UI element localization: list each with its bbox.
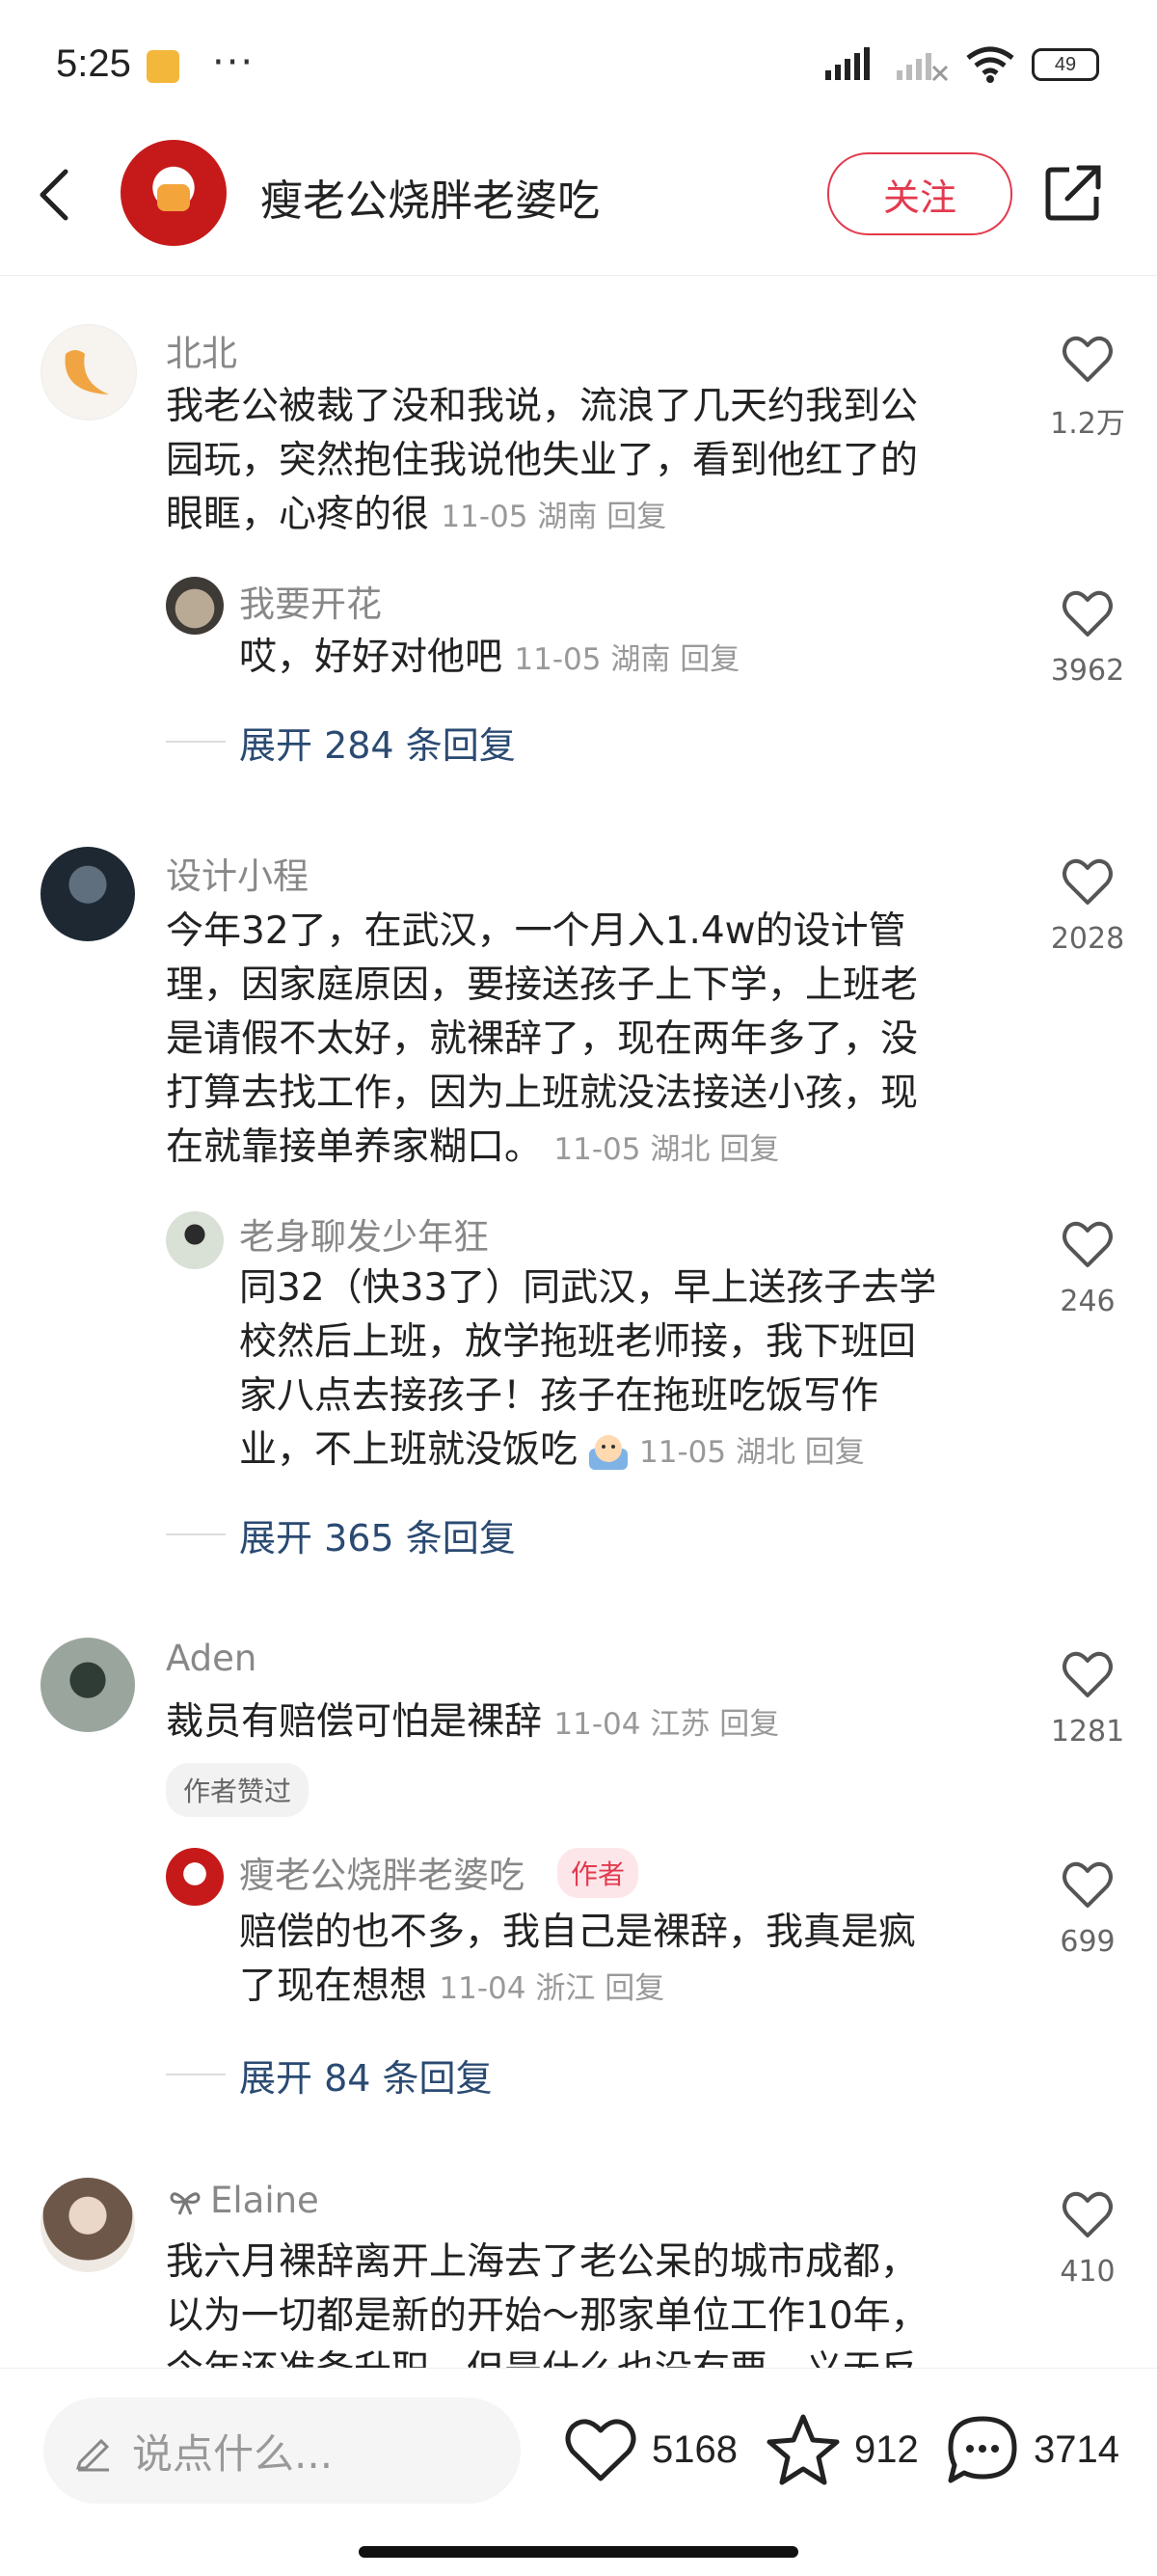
- status-icons: 49: [823, 46, 1099, 83]
- reply-avatar[interactable]: [166, 1848, 224, 1906]
- comment-line: 园玩，突然抱住我说他失业了，看到他红了的: [166, 439, 919, 482]
- comment-meta[interactable]: 11-05 湖南 回复: [441, 500, 666, 534]
- ribbon-icon: [170, 2192, 201, 2215]
- comment-line: 今年32了，在武汉，一个月入1.4w的设计管: [166, 909, 906, 953]
- comment-line: 理，因家庭原因，要接送孩子上下学，上班老: [166, 963, 919, 1007]
- like-count: 2028: [1050, 922, 1125, 956]
- signal-2-icon: [897, 53, 949, 82]
- star-count: 912: [854, 2428, 919, 2471]
- status-time: 5:25: [56, 42, 131, 85]
- like-heart-icon[interactable]: [1061, 1859, 1115, 1910]
- like-heart-icon[interactable]: [1061, 856, 1115, 907]
- comment-avatar[interactable]: [40, 2178, 135, 2272]
- reply-line: 业，不上班就没饭吃: [239, 1428, 578, 1472]
- back-arrow-icon[interactable]: [35, 166, 73, 224]
- like-count: 1.2万: [1050, 407, 1125, 441]
- like-heart-icon[interactable]: [1061, 588, 1115, 638]
- comment-input[interactable]: 说点什么...: [43, 2398, 521, 2504]
- expand-replies-link[interactable]: 展开 84 条回复: [239, 2048, 493, 2101]
- follow-button[interactable]: 关注: [827, 152, 1012, 235]
- comment-line: 我老公被裁了没和我说，流浪了几天约我到公: [166, 385, 919, 428]
- comment-text: 我老公被裁了没和我说，流浪了几天约我到公 园玩，突然抱住我说他失业了，看到他红了…: [166, 380, 1014, 544]
- comment-line: 以为一切都是新的开始～那家单位工作10年，: [166, 2294, 928, 2338]
- comment-count: 3714: [1034, 2428, 1119, 2471]
- divider: [166, 741, 226, 743]
- comment-meta[interactable]: 11-05 湖北 回复: [553, 1132, 779, 1167]
- croissant-icon: [65, 350, 109, 394]
- pencil-icon: [75, 2438, 110, 2472]
- reply-meta[interactable]: 11-05 湖北 回复: [639, 1435, 865, 1470]
- reply-line: 校然后上班，放学拖班老师接，我下班回: [239, 1320, 917, 1364]
- divider: [166, 2074, 226, 2075]
- divider: [166, 1533, 226, 1535]
- author-liked-tag: 作者赞过: [166, 1763, 309, 1817]
- author-badge: 作者: [557, 1848, 639, 1898]
- reply-line: 家八点去接孩子！孩子在拖班吃饭写作: [239, 1374, 879, 1418]
- comment-author[interactable]: Elaine: [210, 2180, 319, 2221]
- comment-avatar[interactable]: [40, 324, 137, 420]
- author-avatar[interactable]: [121, 140, 227, 246]
- comment-line: 眼眶，心疼的很: [166, 493, 430, 536]
- like-icon[interactable]: [563, 2415, 638, 2484]
- like-count: 1281: [1050, 1715, 1125, 1749]
- like-heart-icon[interactable]: [1061, 1219, 1115, 1269]
- notification-icon: [147, 50, 179, 83]
- signal-icon: [825, 47, 870, 80]
- reply-line: 同32（快33了）同武汉，早上送孩子去学: [239, 1266, 937, 1310]
- reply-avatar[interactable]: [166, 577, 224, 635]
- expand-replies-link[interactable]: 展开 365 条回复: [239, 1508, 516, 1561]
- reply-author[interactable]: 我要开花: [239, 575, 382, 627]
- reply-author[interactable]: 瘦老公烧胖老婆吃: [239, 1846, 525, 1898]
- comment-text: 裁员有赔偿可怕是裸辞 11-04 江苏 回复: [166, 1695, 779, 1751]
- reply-text: 同32（快33了）同武汉，早上送孩子去学 校然后上班，放学拖班老师接，我下班回 …: [239, 1261, 1010, 1479]
- reply-line: 赔偿的也不多，我自己是裸辞，我真是疯: [239, 1911, 917, 1954]
- reply-avatar[interactable]: [166, 1211, 224, 1269]
- reply-text: 哎，好好对他吧 11-05 湖南 回复: [239, 631, 740, 687]
- comment-avatar[interactable]: [40, 1638, 135, 1732]
- reply-text: 赔偿的也不多，我自己是裸辞，我真是疯 了现在想想 11-04 浙江 回复: [239, 1906, 1010, 2016]
- share-icon[interactable]: [1044, 164, 1104, 222]
- reply-author[interactable]: 老身聊发少年狂: [239, 1207, 489, 1260]
- comment-line: 是请假不太好，就裸辞了，现在两年多了，没: [166, 1017, 919, 1061]
- like-count: 246: [1060, 1285, 1116, 1318]
- like-heart-icon[interactable]: [1061, 1649, 1115, 1699]
- comment-bubble-icon[interactable]: [945, 2413, 1020, 2486]
- comment-input-placeholder: 说点什么...: [132, 2429, 334, 2478]
- comment-line: 在就靠接单养家糊口。: [166, 1125, 543, 1169]
- home-indicator[interactable]: [359, 2546, 798, 2558]
- reply-line: 了现在想想: [239, 1965, 428, 2008]
- more-notifications-icon: ···: [212, 41, 256, 85]
- star-icon[interactable]: [766, 2413, 841, 2486]
- like-count: 699: [1060, 1925, 1116, 1959]
- comment-line: 打算去找工作，因为上班就没法接送小孩，现: [166, 1071, 919, 1115]
- comment-meta[interactable]: 11-04 江苏 回复: [553, 1707, 779, 1742]
- comment-author[interactable]: Aden: [166, 1638, 256, 1679]
- expand-replies-link[interactable]: 展开 284 条回复: [239, 716, 516, 769]
- comment-text: 今年32了，在武汉，一个月入1.4w的设计管 理，因家庭原因，要接送孩子上下学，…: [166, 905, 1014, 1177]
- comment-author[interactable]: 北北: [166, 324, 237, 376]
- like-heart-icon[interactable]: [1061, 2189, 1115, 2239]
- comment-line: 裁员有赔偿可怕是裸辞: [166, 1700, 543, 1744]
- comment-avatar[interactable]: [40, 847, 135, 941]
- crying-emoji-icon: [589, 1434, 629, 1470]
- wifi-icon: [966, 46, 1014, 83]
- like-count: 410: [1060, 2255, 1116, 2289]
- like-count: 3962: [1050, 654, 1125, 688]
- author-name[interactable]: 瘦老公烧胖老婆吃: [260, 166, 600, 228]
- reply-meta[interactable]: 11-05 湖南 回复: [514, 642, 740, 677]
- comment-line: 我六月裸辞离开上海去了老公呆的城市成都，: [166, 2240, 919, 2284]
- like-heart-icon[interactable]: [1061, 334, 1115, 384]
- battery-icon: 49: [1032, 48, 1099, 81]
- like-count-total: 5168: [652, 2428, 738, 2471]
- reply-meta[interactable]: 11-04 浙江 回复: [439, 1971, 664, 2006]
- reply-line: 哎，好好对他吧: [239, 636, 503, 679]
- comment-author[interactable]: 设计小程: [166, 847, 309, 899]
